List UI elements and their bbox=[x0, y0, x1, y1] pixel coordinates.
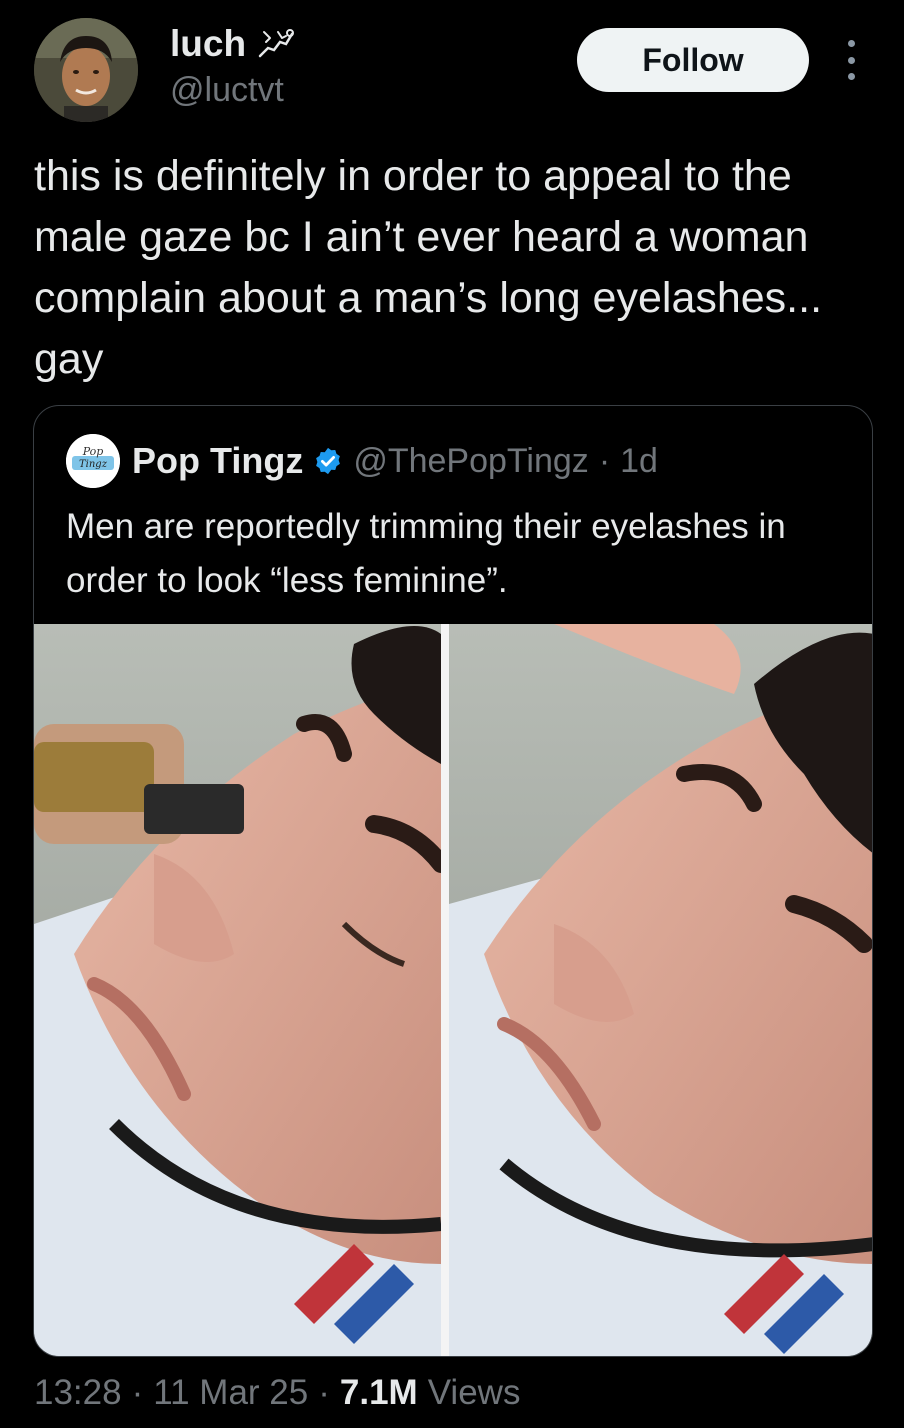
svg-text:Tingz: Tingz bbox=[79, 459, 108, 470]
quoted-tweet-text: Men are reportedly trimming their eyelas… bbox=[66, 507, 786, 600]
footer-separator: · bbox=[131, 1373, 144, 1412]
quoted-media[interactable] bbox=[34, 624, 872, 1356]
author-display-name[interactable]: luch bbox=[170, 22, 296, 66]
quoted-tweet[interactable]: Pop Tingz Pop Tingz @ThePopTingz · 1d Me… bbox=[33, 405, 873, 1357]
verified-badge-icon bbox=[313, 446, 343, 476]
quoted-tweet-header: Pop Tingz Pop Tingz @ThePopTingz · 1d bbox=[66, 434, 658, 488]
quoted-author-handle[interactable]: @ThePopTingz bbox=[353, 442, 588, 481]
views-count[interactable]: 7.1M bbox=[340, 1373, 418, 1413]
photo-after-trim bbox=[449, 624, 872, 1356]
quoted-separator: · bbox=[598, 441, 611, 480]
quoted-timestamp[interactable]: 1d bbox=[620, 442, 658, 481]
svg-text:Pop: Pop bbox=[82, 445, 104, 458]
follow-button[interactable]: Follow bbox=[577, 28, 809, 92]
views-label: Views bbox=[427, 1373, 521, 1412]
author-handle[interactable]: @luctvt bbox=[170, 68, 296, 112]
author-display-name-text[interactable]: luch bbox=[170, 22, 246, 66]
tweet-header: luch @luctvt Follow bbox=[0, 0, 904, 140]
more-options-icon[interactable] bbox=[836, 40, 866, 80]
tweet-text: this is definitely in order to appeal to… bbox=[34, 152, 823, 383]
photo-trimming-eyelashes bbox=[34, 624, 450, 1356]
quoted-author-name[interactable]: Pop Tingz bbox=[132, 440, 303, 482]
tweet-metadata: 13:28 · 11 Mar 25 · 7.1M Views bbox=[34, 1373, 520, 1413]
more-dot bbox=[847, 73, 855, 80]
quoted-author-avatar[interactable]: Pop Tingz bbox=[66, 434, 120, 488]
tweet-date[interactable]: 11 Mar 25 bbox=[153, 1373, 308, 1413]
author-avatar[interactable] bbox=[34, 18, 138, 122]
tweet-time[interactable]: 13:28 bbox=[34, 1373, 122, 1413]
lizard-icon bbox=[256, 26, 296, 62]
footer-separator: · bbox=[318, 1373, 330, 1412]
more-dot bbox=[847, 56, 855, 64]
more-dot bbox=[847, 40, 855, 47]
author-name-block: luch @luctvt bbox=[170, 22, 296, 112]
